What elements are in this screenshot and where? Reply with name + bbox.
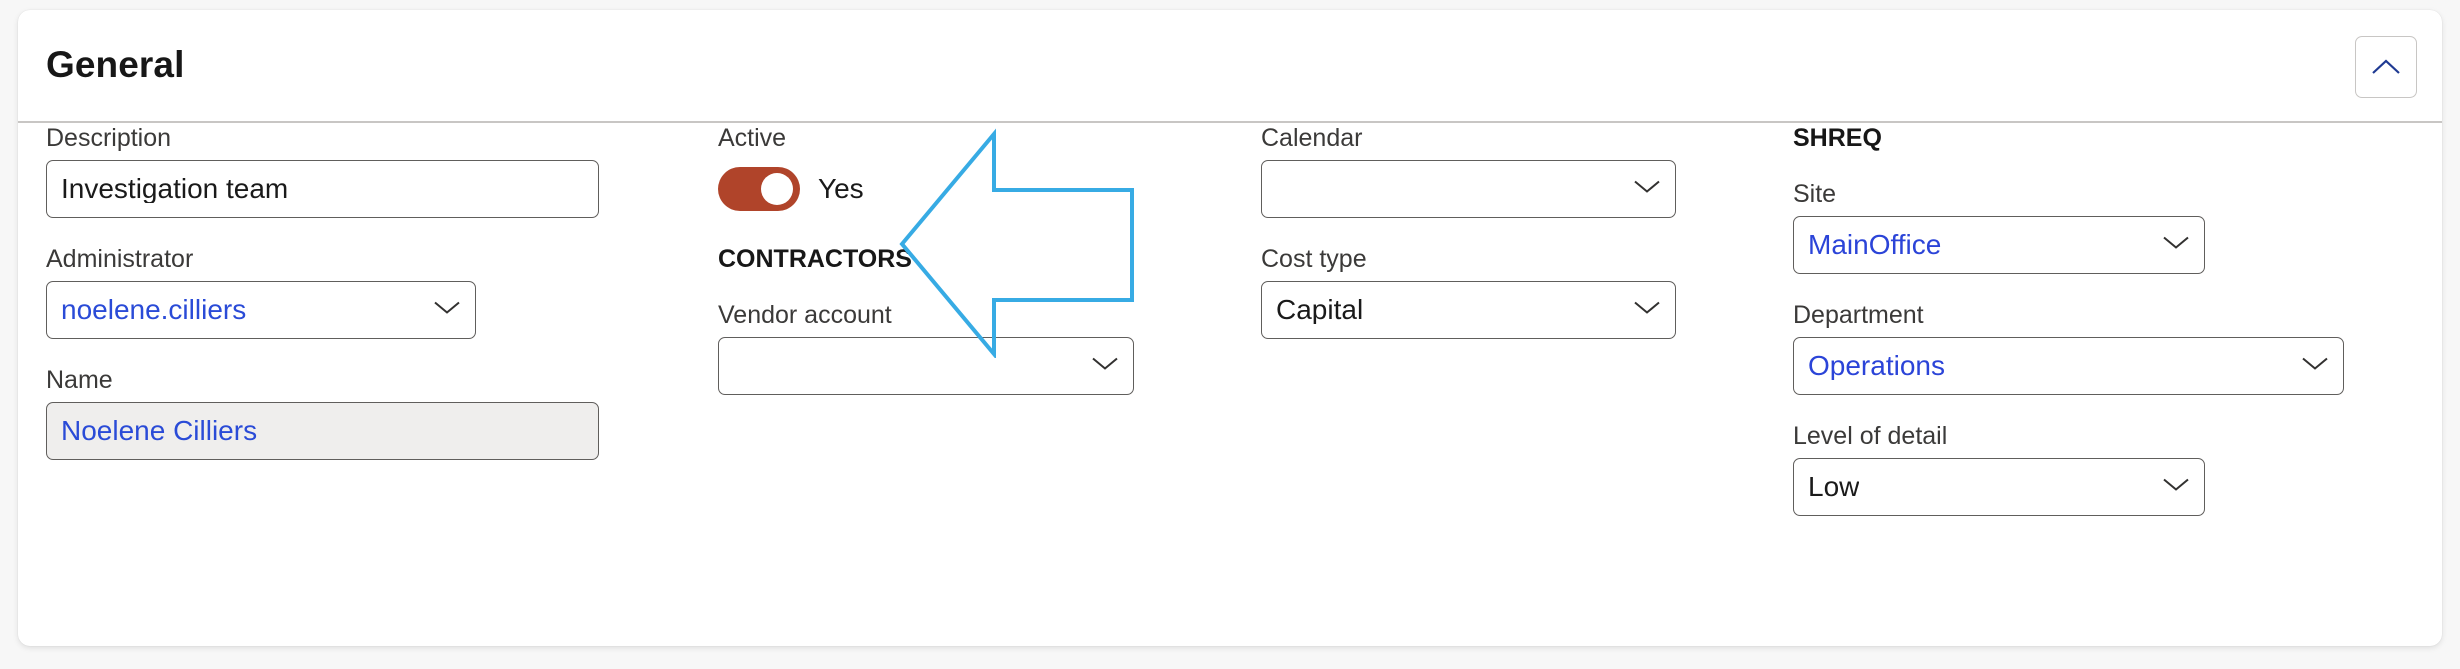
column-active-contractors: Active Yes CONTRACTORS Vendor account (718, 123, 1138, 421)
field-department: Department Operations (1793, 300, 2353, 395)
chevron-down-icon (433, 300, 461, 321)
cost-type-value: Capital (1276, 296, 1364, 324)
field-administrator: Administrator noelene.cilliers (46, 244, 606, 339)
calendar-label: Calendar (1261, 124, 1363, 152)
administrator-dropdown[interactable]: noelene.cilliers (46, 281, 476, 339)
chevron-down-icon (1633, 179, 1661, 200)
department-value: Operations (1808, 352, 1945, 380)
administrator-value: noelene.cilliers (61, 296, 247, 324)
toggle-knob (761, 173, 793, 205)
site-value: MainOffice (1808, 231, 1942, 259)
page-title: General (46, 44, 185, 85)
field-level-of-detail: Level of detail Low (1793, 421, 2353, 516)
department-label: Department (1793, 301, 1924, 329)
column-general-info: Description Investigation team Administr… (46, 123, 606, 486)
department-dropdown[interactable]: Operations (1793, 337, 2344, 395)
active-toggle[interactable] (718, 167, 800, 211)
field-site: Site MainOffice (1793, 179, 2353, 274)
general-panel: General Description Investigation team A… (18, 10, 2442, 646)
chevron-down-icon (1633, 300, 1661, 321)
site-dropdown[interactable]: MainOffice (1793, 216, 2205, 274)
panel-body: Description Investigation team Administr… (18, 123, 2442, 644)
name-input[interactable]: Noelene Cilliers (46, 402, 599, 460)
field-calendar: Calendar (1261, 123, 1681, 218)
collapse-panel-button[interactable] (2355, 36, 2417, 98)
chevron-down-icon (2162, 477, 2190, 498)
level-of-detail-dropdown[interactable]: Low (1793, 458, 2205, 516)
name-value: Noelene Cilliers (61, 417, 258, 445)
field-cost-type: Cost type Capital (1261, 244, 1681, 339)
shreq-group-heading: SHREQ (1793, 123, 2353, 153)
chevron-down-icon (2301, 356, 2329, 377)
active-label: Active (718, 124, 787, 152)
column-shreq: SHREQ Site MainOffice Department Operati… (1793, 123, 2353, 542)
chevron-up-icon (2371, 58, 2401, 76)
active-toggle-row: Yes (718, 160, 1138, 218)
vendor-account-dropdown[interactable] (718, 337, 1134, 395)
contractors-group-heading: CONTRACTORS (718, 244, 1138, 274)
field-active: Active Yes (718, 123, 1138, 218)
active-toggle-state-text: Yes (818, 173, 864, 204)
description-input[interactable]: Investigation team (46, 160, 599, 218)
field-name: Name Noelene Cilliers (46, 365, 606, 460)
cost-type-label: Cost type (1261, 245, 1367, 273)
level-of-detail-value: Low (1808, 473, 1860, 501)
level-of-detail-label: Level of detail (1793, 422, 1948, 450)
name-label: Name (46, 366, 113, 394)
chevron-down-icon (2162, 235, 2190, 256)
panel-header: General (18, 10, 2442, 123)
column-calendar-cost: Calendar Cost type Capital (1261, 123, 1681, 365)
vendor-account-label: Vendor account (718, 301, 892, 329)
site-label: Site (1793, 180, 1837, 208)
shreq-title: SHREQ (1793, 124, 1882, 152)
description-label: Description (46, 124, 172, 152)
description-value: Investigation team (61, 175, 289, 203)
field-vendor-account: Vendor account (718, 300, 1138, 395)
calendar-dropdown[interactable] (1261, 160, 1676, 218)
administrator-label: Administrator (46, 245, 194, 273)
contractors-title: CONTRACTORS (718, 245, 912, 273)
chevron-down-icon (1091, 356, 1119, 377)
cost-type-dropdown[interactable]: Capital (1261, 281, 1676, 339)
field-description: Description Investigation team (46, 123, 606, 218)
